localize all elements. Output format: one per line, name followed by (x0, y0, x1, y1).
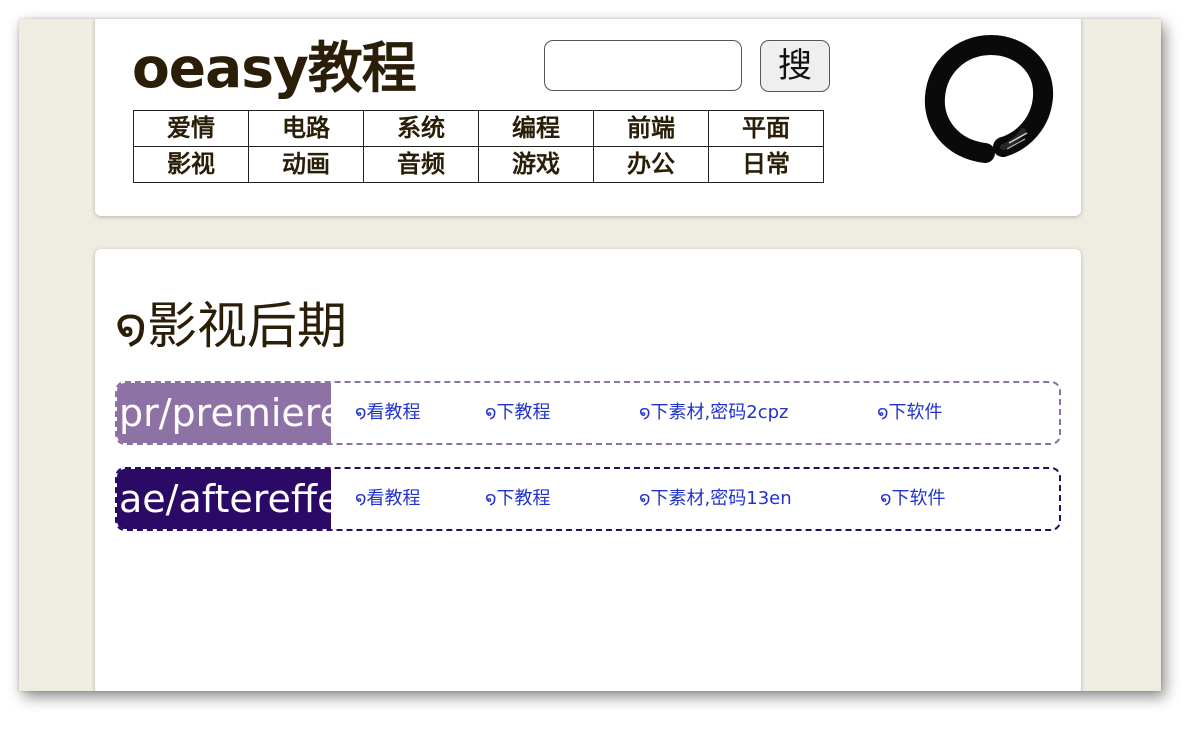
section-title: ໑影视后期 (115, 289, 347, 363)
nav-item-biancheng[interactable]: 编程 (478, 110, 594, 147)
nav-item-yingshi[interactable]: 影视 (133, 146, 249, 183)
nav-item-pingmian[interactable]: 平面 (708, 110, 824, 147)
download-materials-link[interactable]: ໑下素材,密码13en (639, 469, 792, 529)
nav-item-bangong[interactable]: 办公 (593, 146, 709, 183)
nav-row: 影视 动画 音频 游戏 办公 日常 (133, 146, 824, 183)
header-card: oeasy教程 搜 爱情 电路 系统 编程 前端 平面 影视 动画 音频 游戏 … (95, 19, 1081, 216)
nav-item-richang[interactable]: 日常 (708, 146, 824, 183)
browser-viewport: oeasy教程 搜 爱情 电路 系统 编程 前端 平面 影视 动画 音频 游戏 … (19, 19, 1161, 691)
course-row-premiere: pr/premiere ໑看教程 ໑下教程 ໑下素材,密码2cpz ໑下软件 (115, 381, 1061, 445)
download-materials-link[interactable]: ໑下素材,密码2cpz (639, 383, 788, 443)
watch-tutorial-link[interactable]: ໑看教程 (355, 469, 421, 529)
nav-item-aiqing[interactable]: 爱情 (133, 110, 249, 147)
category-nav-grid: 爱情 电路 系统 编程 前端 平面 影视 动画 音频 游戏 办公 日常 (133, 110, 824, 183)
section-title-text: 影视后期 (147, 297, 348, 355)
course-row-aftereffects: ae/aftereffects ໑看教程 ໑下教程 ໑下素材,密码13en ໑下… (115, 467, 1061, 531)
site-title[interactable]: oeasy教程 (132, 33, 417, 103)
swirl-icon: ໑ (115, 297, 148, 355)
download-software-link[interactable]: ໑下软件 (877, 383, 943, 443)
nav-item-xitong[interactable]: 系统 (363, 110, 479, 147)
download-tutorial-link[interactable]: ໑下教程 (485, 383, 551, 443)
enso-circle-icon[interactable] (923, 33, 1055, 165)
nav-item-youxi[interactable]: 游戏 (478, 146, 594, 183)
nav-item-qianduan[interactable]: 前端 (593, 110, 709, 147)
search-input[interactable] (544, 40, 742, 91)
course-name[interactable]: pr/premiere (117, 383, 331, 443)
download-tutorial-link[interactable]: ໑下教程 (485, 469, 551, 529)
search-button[interactable]: 搜 (760, 40, 830, 92)
watch-tutorial-link[interactable]: ໑看教程 (355, 383, 421, 443)
course-name[interactable]: ae/aftereffects (117, 469, 331, 529)
nav-item-yinpin[interactable]: 音频 (363, 146, 479, 183)
download-software-link[interactable]: ໑下软件 (880, 469, 946, 529)
nav-item-donghua[interactable]: 动画 (248, 146, 364, 183)
content-card: ໑影视后期 pr/premiere ໑看教程 ໑下教程 ໑下素材,密码2cpz … (95, 249, 1081, 691)
nav-row: 爱情 电路 系统 编程 前端 平面 (133, 110, 824, 147)
nav-item-dianlu[interactable]: 电路 (248, 110, 364, 147)
